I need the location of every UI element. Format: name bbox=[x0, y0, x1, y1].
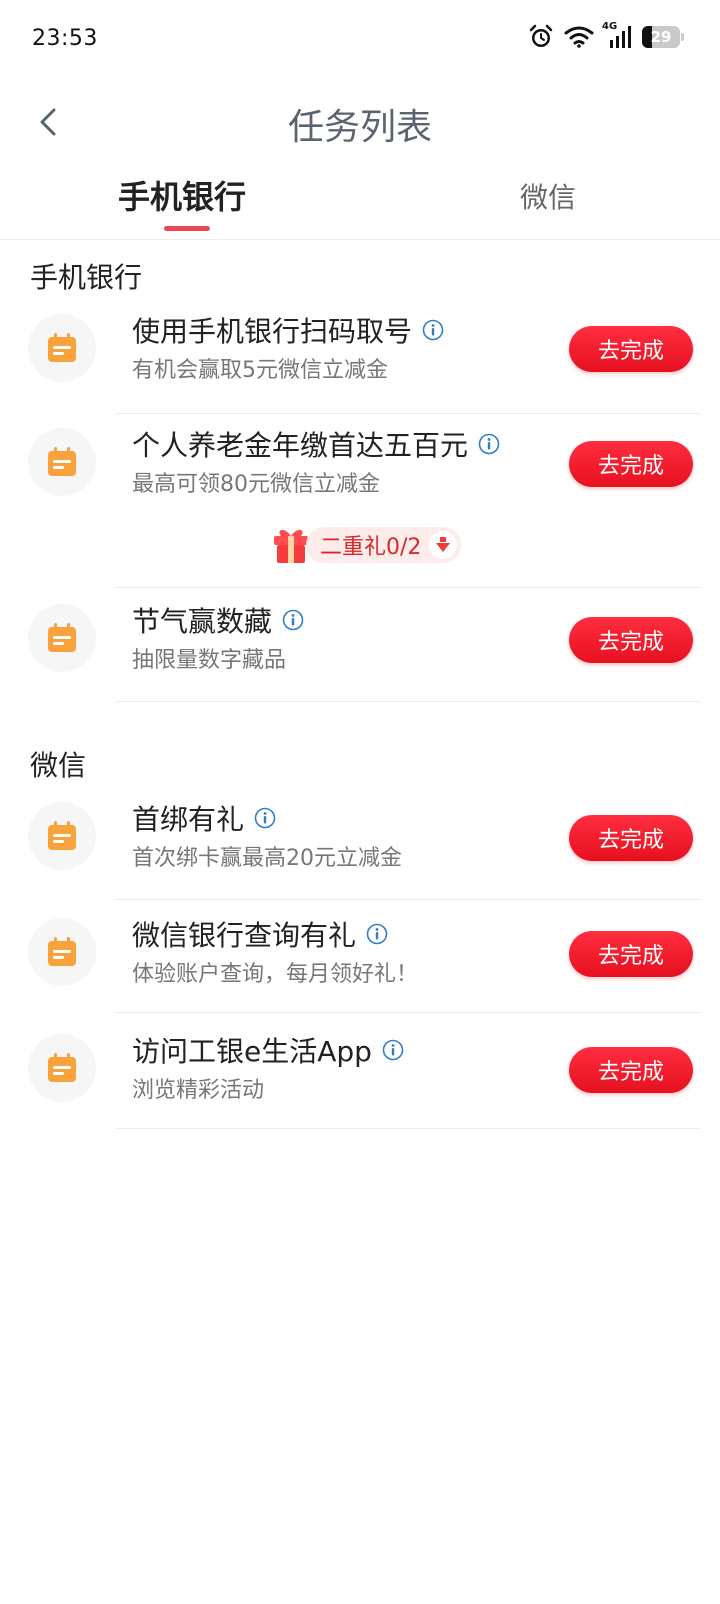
info-icon[interactable] bbox=[478, 433, 500, 455]
go-complete-button[interactable]: 去完成 bbox=[569, 617, 693, 663]
task-title-line: 访问工银e生活App bbox=[132, 1030, 404, 1070]
task-icon bbox=[28, 802, 96, 870]
task-row: 微信银行查询有礼 体验账户查询，每月领好礼！ 去完成 bbox=[0, 910, 720, 1008]
task-title-line: 首绑有礼 bbox=[132, 798, 276, 838]
task-row: 使用手机银行扫码取号 有机会赢取5元微信立减金 去完成 bbox=[0, 306, 720, 404]
info-icon[interactable] bbox=[366, 923, 388, 945]
calendar-icon bbox=[48, 333, 76, 362]
task-title: 微信银行查询有礼 bbox=[132, 919, 357, 952]
go-complete-button[interactable]: 去完成 bbox=[569, 326, 693, 372]
gift-progress-pill: 二重礼0/2 bbox=[306, 527, 462, 563]
task-row: 首绑有礼 首次绑卡赢最高20元立减金 去完成 bbox=[0, 794, 720, 892]
info-icon[interactable] bbox=[282, 609, 304, 631]
calendar-icon bbox=[48, 447, 76, 476]
task-subtitle: 体验账户查询，每月领好礼！ bbox=[132, 962, 419, 987]
info-icon[interactable] bbox=[422, 319, 444, 341]
tab-indicator bbox=[164, 226, 210, 231]
task-row: 访问工银e生活App 浏览精彩活动 去完成 bbox=[0, 1026, 720, 1124]
task-subtitle: 浏览精彩活动 bbox=[132, 1078, 265, 1103]
task-icon bbox=[28, 428, 96, 496]
calendar-icon bbox=[48, 1053, 76, 1082]
battery-icon: 29 bbox=[642, 26, 684, 48]
page-title: 任务列表 bbox=[287, 107, 432, 148]
status-time: 23:53 bbox=[32, 26, 98, 51]
task-title-line: 微信银行查询有礼 bbox=[132, 914, 388, 954]
section-title-mobile-banking: 手机银行 bbox=[30, 261, 143, 294]
task-title-line: 个人养老金年缴首达五百元 bbox=[132, 424, 500, 464]
task-title: 节气赢数藏 bbox=[132, 605, 273, 638]
divider bbox=[116, 899, 700, 900]
task-title-line: 使用手机银行扫码取号 bbox=[132, 310, 444, 350]
task-icon bbox=[28, 314, 96, 382]
go-complete-button[interactable]: 去完成 bbox=[569, 441, 693, 487]
header: 任务列表 bbox=[0, 82, 720, 162]
task-title-line: 节气赢数藏 bbox=[132, 600, 304, 640]
task-subtitle: 最高可领80元微信立减金 bbox=[132, 472, 380, 497]
divider bbox=[116, 413, 700, 414]
divider bbox=[116, 1012, 700, 1013]
task-icon bbox=[28, 1034, 96, 1102]
go-complete-button[interactable]: 去完成 bbox=[569, 815, 693, 861]
task-subtitle: 有机会赢取5元微信立减金 bbox=[132, 358, 388, 383]
calendar-icon bbox=[48, 937, 76, 966]
gift-badge[interactable]: 二重礼0/2 bbox=[270, 524, 462, 566]
alarm-icon bbox=[528, 24, 554, 50]
info-icon[interactable] bbox=[254, 807, 276, 829]
calendar-icon bbox=[48, 623, 76, 652]
wifi-icon bbox=[564, 25, 594, 49]
battery-level: 29 bbox=[650, 28, 672, 46]
task-icon bbox=[28, 604, 96, 672]
task-subtitle: 抽限量数字藏品 bbox=[132, 648, 287, 673]
signal-icon: 4G bbox=[602, 21, 632, 49]
divider bbox=[116, 587, 700, 588]
status-bar: 23:53 4G 29 bbox=[0, 0, 720, 82]
task-title: 首绑有礼 bbox=[132, 803, 245, 836]
section-title-wechat: 微信 bbox=[30, 749, 87, 782]
divider bbox=[116, 1128, 700, 1129]
tab-wechat[interactable]: 微信 bbox=[520, 176, 576, 216]
calendar-icon bbox=[48, 821, 76, 850]
task-icon bbox=[28, 918, 96, 986]
gift-progress-label: 二重礼0/2 bbox=[320, 535, 422, 560]
arrow-down-icon bbox=[429, 531, 458, 559]
go-complete-button[interactable]: 去完成 bbox=[569, 1047, 693, 1093]
task-subtitle: 首次绑卡赢最高20元立减金 bbox=[132, 846, 402, 871]
task-title: 使用手机银行扫码取号 bbox=[132, 315, 413, 348]
task-title: 个人养老金年缴首达五百元 bbox=[132, 429, 469, 462]
info-icon[interactable] bbox=[382, 1039, 404, 1061]
tab-mobile-banking[interactable]: 手机银行 bbox=[118, 172, 246, 218]
task-title: 访问工银e生活App bbox=[132, 1035, 372, 1068]
divider bbox=[116, 701, 700, 702]
go-complete-button[interactable]: 去完成 bbox=[569, 931, 693, 977]
tab-bar: 手机银行 微信 bbox=[0, 162, 720, 240]
task-row: 节气赢数藏 抽限量数字藏品 去完成 bbox=[0, 596, 720, 694]
status-icons: 4G 29 bbox=[528, 21, 684, 50]
